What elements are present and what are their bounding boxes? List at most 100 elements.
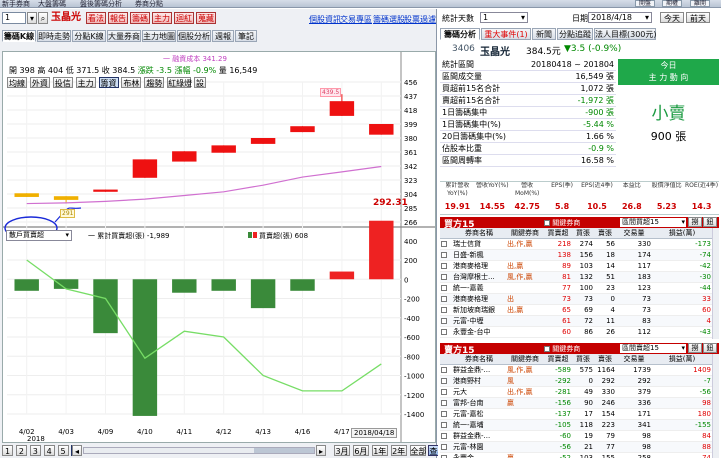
range-6m[interactable]: 6月 [352,445,369,456]
favorite-button[interactable]: 蒐藏 [196,12,216,24]
range-all[interactable]: 全部 [409,445,427,456]
rtab-branch-track[interactable]: 分點追蹤 [557,28,593,40]
period-1[interactable]: 1 [2,445,13,456]
tab-branch-kline[interactable]: 分點K線 [72,30,106,42]
broker-row[interactable]: 瑞士信貸 出,作,贏 218 274 56 330 -173 [440,238,712,250]
row-checkbox[interactable] [441,263,447,269]
broker-row[interactable]: 群益金鼎-... 風,作,贏 -589 575 1164 1739 1409 [440,364,712,376]
topbar-options-button[interactable]: 期權 [662,0,683,7]
row-checkbox[interactable] [441,378,447,384]
sell-range-select[interactable]: 區間賣超15 ▾ [620,344,686,353]
rtab-target[interactable]: 法人目標(300元) [594,28,657,40]
broker-row[interactable]: 港商野村風 -292 0 292 292 -7 [440,375,712,387]
period-3[interactable]: 3 [29,445,41,456]
row-checkbox[interactable] [441,285,447,291]
code-dropdown-icon[interactable]: ▾ [27,12,37,24]
row-checkbox[interactable] [441,241,447,247]
broker-row[interactable]: 元富-嘉松 -137 17 154 171 180 [440,408,712,420]
row-checkbox[interactable] [441,329,447,335]
range-2y[interactable]: 2年 [390,445,407,456]
search-icon[interactable]: ⌕ [38,12,48,24]
broker-row[interactable]: 新加坡商瑞銀 出,贏 65 69 4 73 60 [440,304,712,316]
broker-row[interactable]: 港商麥格理 出,贏 89 103 14 117 -42 [440,260,712,272]
major-force-button[interactable]: 主力 [152,12,172,24]
broker-row[interactable]: 元大 出,作,贏 -281 49 330 379 -56 [440,386,712,398]
buy-more-button[interactable]: 鈕 [703,217,717,227]
today-button[interactable]: 今天 [660,12,684,23]
link-trading[interactable]: 交易專區 [340,14,372,25]
tab-stock-analysis[interactable]: 個股分析 [177,30,211,42]
tab-notes[interactable]: 筆記 [235,30,257,42]
sell-more-button[interactable]: 鈕 [703,343,717,353]
broker-row[interactable]: 元富-中壢 61 72 11 83 4 [440,315,712,327]
broker-row[interactable]: 群益金鼎-... -60 19 79 98 84 [440,430,712,442]
tab-realtime[interactable]: 即時走勢 [37,30,71,42]
back-button[interactable]: 迴紅 [174,12,194,24]
view-button[interactable]: 看法 [86,12,106,24]
range-3m[interactable]: 3月 [334,445,350,456]
link-stock-info[interactable]: 個股資訊 [309,14,341,25]
row-checkbox[interactable] [441,444,447,450]
buy-grab-button[interactable]: 撈 [688,217,702,227]
row-checkbox[interactable] [441,307,447,313]
date-picker[interactable]: 2018/4/18 ▾ [588,12,652,23]
scroll-left-icon[interactable]: ◂ [72,445,82,456]
subtab-trend[interactable]: 趨勢 [144,77,165,88]
stock-code-input[interactable]: 1 [2,12,26,24]
topbar-open-button[interactable]: 開盤 [635,0,656,7]
time-scrollbar-thumb[interactable] [254,448,314,453]
row-checkbox[interactable] [441,296,447,302]
chips-button[interactable]: 籌碼 [130,12,150,24]
broker-row[interactable]: 日盛-新楓 138 156 18 174 -74 [440,249,712,261]
sell-table-scrollbar[interactable] [712,354,719,458]
days-select[interactable]: 1 ▾ [480,12,528,23]
subtab-margin[interactable]: 籌資 [98,77,119,88]
sell-key-broker-checkbox[interactable] [544,346,550,352]
rtab-chip-analysis[interactable]: 籌碼分析 [440,28,480,40]
subtab-traffic-light[interactable]: 紅綠燈 [167,77,192,88]
period-2[interactable]: 2 [15,445,27,456]
broker-row[interactable]: 元富-林園 -56 21 77 98 88 [440,441,712,453]
broker-row[interactable]: 台灣摩根士... 風,作,贏 81 132 51 183 -30 [440,271,712,283]
row-checkbox[interactable] [441,411,447,417]
time-scrollbar[interactable] [83,447,315,454]
broker-row[interactable]: 富邦-台南贏 -156 90 246 336 98 [440,397,712,409]
sell-grab-button[interactable]: 撈 [688,343,702,353]
broker-row[interactable]: 統一-嘉埔 -105 118 223 341 -155 [440,419,712,431]
broker-row[interactable]: 港商麥格理出 73 73 0 73 33 [440,293,712,305]
subtab-main[interactable]: 主力 [75,77,96,88]
subtab-bollinger[interactable]: 布林 [121,77,142,88]
tab-weekly[interactable]: 週報 [212,30,234,42]
buy-range-select[interactable]: 區間買超15 ▾ [620,218,686,227]
period-5[interactable]: 5 [57,445,69,456]
subtab-ma[interactable]: 均線 [7,77,27,88]
topbar-exit-button[interactable]: 離開 [690,0,711,7]
topbar-item-0[interactable]: 新手券商 [2,0,30,7]
link-chip-screener[interactable]: 籌碼選股 [373,14,405,25]
broker-row[interactable]: 永豐金-台中 60 86 26 112 -43 [440,326,712,338]
row-checkbox[interactable] [441,367,447,373]
lower-indicator-select[interactable]: 散戶買賣超 ▾ [6,230,72,241]
topbar-item-1[interactable]: 大盤籌碼 [38,0,66,7]
period-4[interactable]: 4 [43,445,55,456]
topbar-item-3[interactable]: 券商分點 [135,0,163,7]
prev-day-button[interactable]: 前天 [686,12,710,23]
tab-force-map[interactable]: 主力地圖 [142,30,176,42]
buy-table-scrollbar[interactable] [712,228,719,339]
buy-key-broker-checkbox[interactable] [544,220,550,226]
report-button[interactable]: 報告 [108,12,128,24]
row-checkbox[interactable] [441,400,447,406]
subtab-trust[interactable]: 投信 [52,77,73,88]
row-checkbox[interactable] [441,389,447,395]
rtab-events[interactable]: 重大事件(1) [481,28,531,40]
row-checkbox[interactable] [441,422,447,428]
broker-row[interactable]: 永豐金贏 -52 103 155 258 74 [440,452,712,458]
subtab-settings[interactable]: 設 [194,77,206,88]
scroll-right-icon[interactable]: ▸ [316,445,326,456]
rtab-news[interactable]: 新聞 [532,28,556,40]
topbar-item-2[interactable]: 盤後籌碼分析 [80,0,122,7]
row-checkbox[interactable] [441,433,447,439]
subtab-foreign[interactable]: 外資 [29,77,50,88]
tab-major-broker[interactable]: 大量券商 [107,30,141,42]
range-1y[interactable]: 1年 [371,445,388,456]
